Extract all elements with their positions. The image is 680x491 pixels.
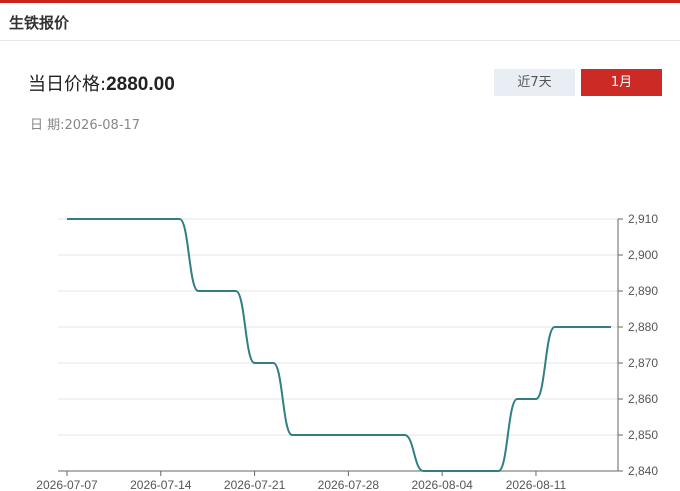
y-tick-label: 2,840 xyxy=(628,464,658,478)
y-tick-label: 2,850 xyxy=(628,428,658,442)
y-tick-label: 2,890 xyxy=(628,284,658,298)
x-tick-label: 2026-07-07 xyxy=(36,478,98,491)
x-tick-label: 2026-07-21 xyxy=(224,478,286,491)
y-tick-label: 2,880 xyxy=(628,320,658,334)
series-line xyxy=(66,217,611,472)
y-tick-label: 2,870 xyxy=(628,356,658,370)
x-tick-label: 2026-08-11 xyxy=(506,478,567,491)
y-tick-label: 2,910 xyxy=(628,212,658,226)
y-tick-label: 2,860 xyxy=(628,392,658,406)
y-tick-label: 2,900 xyxy=(628,248,658,262)
x-tick-label: 2026-08-04 xyxy=(411,478,473,491)
x-tick-label: 2026-07-14 xyxy=(130,478,192,491)
x-tick-label: 2026-07-28 xyxy=(318,478,380,491)
price-line-chart: 2,840 2,850 2,860 2,870 2,880 2,890 2,900 2,910… xyxy=(36,212,658,491)
